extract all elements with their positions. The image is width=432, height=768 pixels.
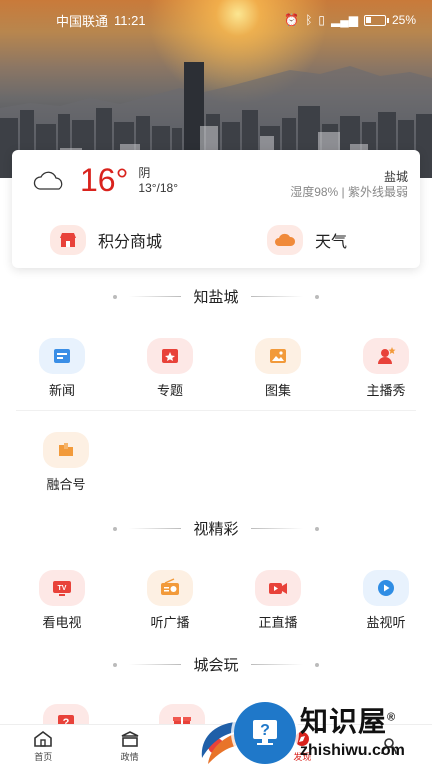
media-icon: [43, 432, 89, 468]
radio-icon: [147, 570, 193, 606]
section-grid-zhi: 新闻 专题 图集 主播秀: [0, 338, 432, 399]
points-mall-link[interactable]: 积分商城: [12, 222, 203, 258]
grid-item-label: 听广播: [150, 615, 190, 630]
status-bar: 中国联通 11:21 ⏰ ᛒ ▯ ▂▄▆ 25%: [0, 0, 432, 40]
grid-item-label: 专题: [156, 383, 183, 398]
weather-card: 16° 阴 13°/18° 盐城 湿度98% | 紫外线最弱 积分商城 天气: [12, 150, 420, 268]
grid-item-gallery[interactable]: 图集: [232, 338, 324, 399]
watermark-brand-text: 知识屋: [300, 706, 388, 737]
registered-mark: ®: [387, 711, 397, 724]
weather-condition: 阴: [138, 165, 151, 180]
section-title-cheng: 城会玩: [0, 654, 432, 675]
points-mall-label: 积分商城: [98, 234, 163, 251]
grid-item-topic[interactable]: 专题: [124, 338, 216, 399]
section-title-text: 城会玩: [193, 657, 239, 674]
battery-icon: [363, 14, 389, 26]
svg-text:TV: TV: [58, 585, 67, 592]
signal-icon: ▂▄▆: [331, 13, 358, 27]
section-title-text: 知盐城: [193, 289, 239, 306]
grid-item-watch[interactable]: 盐视听: [340, 570, 432, 631]
anchor-icon: [363, 338, 409, 374]
news-icon: [39, 338, 85, 374]
section-grid-shi: TV 看电视 听广播 正直播 盐视听: [0, 570, 432, 631]
grid-item-label: 新闻: [48, 383, 75, 398]
temperature-value: 16°: [80, 162, 129, 198]
grid-item-label: 看电视: [42, 615, 82, 630]
grid-item-anchor[interactable]: 主播秀: [340, 338, 432, 399]
section-title-shi: 视精彩: [0, 518, 432, 539]
alarm-icon: ⏰: [284, 13, 300, 27]
grid-item-label: 融合号: [46, 477, 86, 492]
temperature-range: 13°/18°: [138, 180, 179, 195]
vibrate-icon: ▯: [318, 13, 325, 27]
grid-divider: [16, 410, 416, 411]
grid-item-label: 正直播: [258, 615, 298, 630]
section-title-text: 视精彩: [193, 521, 239, 538]
home-icon: [34, 731, 53, 747]
grid-item-media[interactable]: 融合号: [16, 432, 116, 493]
cloudy-icon: [33, 171, 63, 190]
swoosh-logo-icon: [201, 722, 236, 764]
tab-home[interactable]: 首页: [0, 725, 86, 768]
weather-link[interactable]: 天气: [203, 222, 420, 258]
grid-item-live[interactable]: 正直播: [232, 570, 324, 631]
city-name: 盐城: [383, 170, 408, 184]
play-icon: [363, 570, 409, 606]
svg-text:?: ?: [260, 722, 270, 739]
tv-icon: TV: [39, 570, 85, 606]
weather-label: 天气: [315, 234, 348, 251]
grid-item-label: 图集: [264, 383, 291, 398]
grid-item-news[interactable]: 新闻: [16, 338, 108, 399]
watermark: ? 知识屋® zhishiwu.com: [196, 700, 432, 768]
section-title-zhi: 知盐城: [0, 286, 432, 307]
live-icon: [255, 570, 301, 606]
grid-item-radio[interactable]: 听广播: [124, 570, 216, 631]
grid-item-tv[interactable]: TV 看电视: [16, 570, 108, 631]
carrier-label: 中国联通: [56, 13, 109, 29]
section-grid-zhi-row2: 融合号: [0, 432, 432, 493]
help-logo-icon: ?: [234, 702, 296, 764]
weather-details: 湿度98% | 紫外线最弱: [290, 185, 408, 199]
grid-item-label: 主播秀: [366, 383, 406, 398]
clock-label: 11:21: [114, 12, 146, 28]
tab-government[interactable]: 政情: [86, 725, 172, 768]
shop-icon: [50, 225, 86, 255]
battery-label: 25%: [391, 13, 416, 27]
government-icon: [121, 731, 138, 747]
bluetooth-icon: ᛒ: [305, 13, 313, 27]
weather-icon: [267, 225, 303, 255]
watermark-domain: zhishiwu.com: [300, 742, 405, 759]
app-screen: 中国联通 11:21 ⏰ ᛒ ▯ ▂▄▆ 25% 16° 阴 13°/18° 盐…: [0, 0, 432, 768]
topic-icon: [147, 338, 193, 374]
gallery-icon: [255, 338, 301, 374]
grid-item-label: 盐视听: [366, 615, 406, 630]
watermark-brand: 知识屋®: [300, 700, 396, 740]
tab-home-label: 首页: [34, 752, 53, 762]
tab-government-label: 政情: [120, 752, 139, 762]
